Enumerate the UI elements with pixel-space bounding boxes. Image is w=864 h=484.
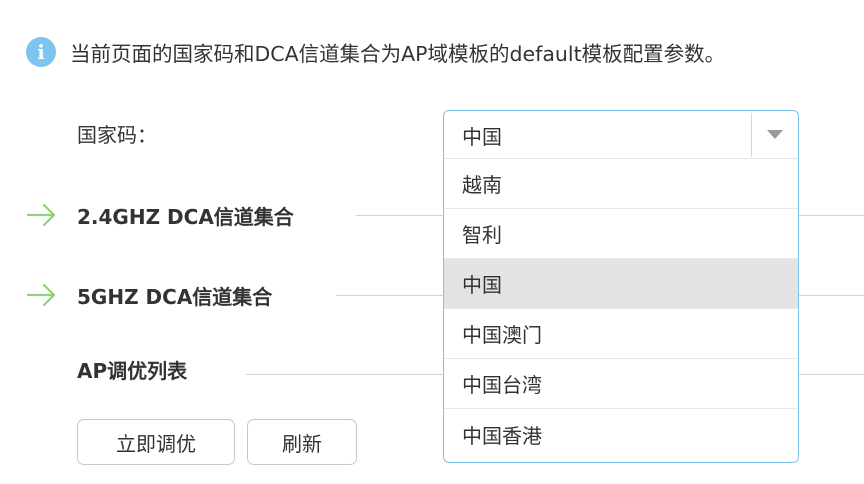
dropdown-option[interactable]: 越南 [444, 159, 798, 209]
section-title: 2.4GHZ DCA信道集合 [77, 205, 294, 229]
section-title: 5GHZ DCA信道集合 [77, 285, 273, 309]
refresh-button[interactable]: 刷新 [247, 419, 357, 465]
dropdown-option[interactable]: 中国台湾 [444, 359, 798, 409]
country-code-label: 国家码： [77, 123, 157, 147]
section-title: AP调优列表 [77, 359, 188, 383]
info-icon: i [26, 37, 56, 67]
country-code-select[interactable]: 中国 [443, 110, 799, 158]
arrow-right-icon [26, 203, 56, 227]
dropdown-option-selected[interactable]: 中国 [444, 259, 798, 309]
dropdown-option[interactable]: 智利 [444, 209, 798, 259]
select-divider [751, 113, 752, 157]
dropdown-option[interactable]: 中国香港 [444, 409, 798, 459]
chevron-down-icon[interactable] [767, 130, 783, 139]
select-value: 中国 [462, 125, 502, 149]
tune-now-button[interactable]: 立即调优 [77, 419, 235, 465]
country-code-dropdown: 越南 智利 中国 中国澳门 中国台湾 中国香港 [443, 158, 799, 463]
info-text: 当前页面的国家码和DCA信道集合为AP域模板的default模板配置参数。 [70, 42, 726, 66]
dropdown-option[interactable]: 中国澳门 [444, 309, 798, 359]
arrow-right-icon [26, 283, 56, 307]
info-bar: i 当前页面的国家码和DCA信道集合为AP域模板的default模板配置参数。 [26, 34, 725, 70]
